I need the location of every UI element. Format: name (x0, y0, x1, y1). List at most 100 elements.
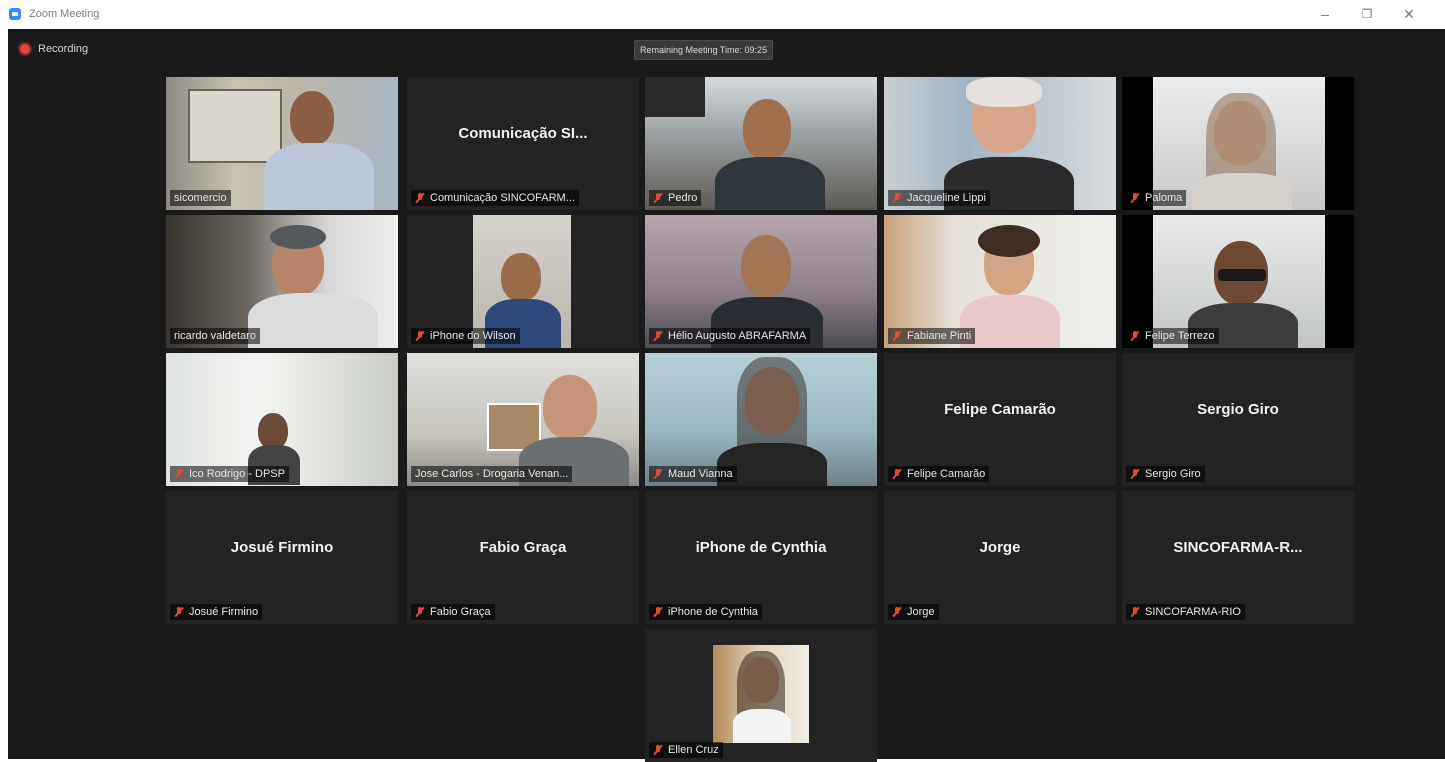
muted-mic-icon (653, 330, 663, 342)
participant-name-label: iPhone do Wilson (411, 328, 520, 344)
zoom-app-icon (9, 8, 21, 20)
participant-name: sicomercio (174, 192, 227, 204)
participant-name-label: Pedro (649, 190, 702, 206)
participant-name-label: SINCOFARMA-RIO (1126, 604, 1245, 620)
muted-mic-icon (415, 192, 425, 204)
participant-tile[interactable]: Maud Vianna (645, 353, 877, 486)
participant-name: Paloma (1145, 192, 1183, 204)
participant-display-name: Fabio Graça (479, 539, 567, 556)
muted-mic-icon (892, 468, 902, 480)
muted-mic-icon (892, 330, 902, 342)
participant-name-label: Ellen Cruz (649, 742, 723, 758)
participant-tile[interactable]: Paloma (1122, 77, 1354, 210)
participant-tile[interactable]: ricardo valdetaro (166, 215, 398, 348)
participant-tile[interactable]: Felipe Camarão Felipe Camarão (884, 353, 1116, 486)
participant-name-label: Ico Rodrigo - DPSP (170, 466, 289, 482)
participant-name-label: Jorge (888, 604, 939, 620)
restore-icon[interactable]: ❐ (1356, 5, 1378, 23)
muted-mic-icon (892, 192, 902, 204)
participant-tile[interactable]: Felipe Terrezo (1122, 215, 1354, 348)
recording-indicator[interactable]: Recording (20, 43, 88, 55)
participant-name-label: Sergio Giro (1126, 466, 1205, 482)
participant-name: Sergio Giro (1145, 468, 1201, 480)
close-icon[interactable]: ✕ (1398, 5, 1420, 23)
muted-mic-icon (653, 192, 663, 204)
muted-mic-icon (174, 606, 184, 618)
participant-name-label: Josué Firmino (170, 604, 263, 620)
participant-name: Pedro (668, 192, 698, 204)
recording-label: Recording (38, 43, 89, 55)
participant-name: Ellen Cruz (668, 744, 719, 756)
participant-tile[interactable]: Sergio Giro Sergio Giro (1122, 353, 1354, 486)
participant-tile[interactable]: Jacqueline Lippi (884, 77, 1116, 210)
muted-mic-icon (415, 330, 425, 342)
participant-tile[interactable]: Ellen Cruz (645, 629, 877, 762)
participant-name-label: Paloma (1126, 190, 1187, 206)
muted-mic-icon (1130, 192, 1140, 204)
participant-display-name: iPhone de Cynthia (695, 539, 827, 556)
participant-tile[interactable]: Fabio Graça Fabio Graça (407, 491, 639, 624)
participant-display-name: SINCOFARMA-R... (1173, 539, 1303, 556)
participant-tile[interactable]: Josué Firmino Josué Firmino (166, 491, 398, 624)
participant-name: iPhone de Cynthia (668, 606, 758, 618)
participant-name: ricardo valdetaro (174, 330, 256, 342)
window-titlebar: Zoom Meeting – ❐ ✕ (0, 0, 1445, 29)
participant-display-name: Comunicação SI... (458, 125, 588, 142)
participant-name: Maud Vianna (668, 468, 733, 480)
participant-name-label: Comunicação SINCOFARM... (411, 190, 579, 206)
participant-tile[interactable]: Jose Carlos - Drogaria Venan... (407, 353, 639, 486)
participant-name-label: ricardo valdetaro (170, 328, 260, 344)
participant-name: Jorge (907, 606, 935, 618)
participant-name-label: iPhone de Cynthia (649, 604, 762, 620)
participant-name-label: Fabio Graça (411, 604, 495, 620)
meeting-stage: Recording Remaining Meeting Time: 09:25 … (8, 29, 1445, 762)
participant-name-label: Hélio Augusto ABRAFARMA (649, 328, 811, 344)
participant-name: Comunicação SINCOFARM... (430, 192, 575, 204)
participant-name: Fabio Graça (430, 606, 491, 618)
participant-name: Fabiane Pinti (907, 330, 972, 342)
participant-name-label: Felipe Terrezo (1126, 328, 1219, 344)
muted-mic-icon (1130, 468, 1140, 480)
participant-name-label: Fabiane Pinti (888, 328, 976, 344)
participant-name: Josué Firmino (189, 606, 259, 618)
participant-display-name: Jorge (979, 539, 1021, 556)
participant-display-name: Felipe Camarão (944, 401, 1056, 418)
muted-mic-icon (1130, 606, 1140, 618)
participant-tile[interactable]: Hélio Augusto ABRAFARMA (645, 215, 877, 348)
participant-display-name: Sergio Giro (1197, 401, 1279, 418)
muted-mic-icon (653, 606, 663, 618)
muted-mic-icon (653, 744, 663, 756)
participant-tile[interactable]: SINCOFARMA-R... SINCOFARMA-RIO (1122, 491, 1354, 624)
participant-tile[interactable]: Fabiane Pinti (884, 215, 1116, 348)
participant-name-label: Felipe Camarão (888, 466, 990, 482)
participant-name-label: Maud Vianna (649, 466, 737, 482)
participant-tile[interactable]: Ico Rodrigo - DPSP (166, 353, 398, 486)
remaining-time-badge: Remaining Meeting Time: 09:25 (634, 40, 774, 60)
muted-mic-icon (174, 468, 184, 480)
participant-name: SINCOFARMA-RIO (1145, 606, 1241, 618)
participant-tile[interactable]: iPhone de Cynthia iPhone de Cynthia (645, 491, 877, 624)
participant-name: Jacqueline Lippi (907, 192, 986, 204)
muted-mic-icon (415, 606, 425, 618)
participant-name: iPhone do Wilson (430, 330, 516, 342)
participant-tile[interactable]: iPhone do Wilson (407, 215, 639, 348)
participant-name-label: Jacqueline Lippi (888, 190, 990, 206)
recording-dot-icon (20, 44, 30, 54)
muted-mic-icon (653, 468, 663, 480)
muted-mic-icon (892, 606, 902, 618)
participant-tile[interactable]: Pedro (645, 77, 877, 210)
window-title: Zoom Meeting (29, 8, 100, 20)
participant-name: Felipe Camarão (907, 468, 986, 480)
participant-name: Jose Carlos - Drogaria Venan... (415, 468, 569, 480)
participant-name-label: sicomercio (170, 190, 231, 206)
participant-name: Ico Rodrigo - DPSP (189, 468, 285, 480)
participant-display-name: Josué Firmino (230, 539, 334, 556)
muted-mic-icon (1130, 330, 1140, 342)
participant-name: Hélio Augusto ABRAFARMA (668, 330, 807, 342)
participant-name: Felipe Terrezo (1145, 330, 1215, 342)
participant-tile[interactable]: Jorge Jorge (884, 491, 1116, 624)
participant-tile[interactable]: Comunicação SI... Comunicação SINCOFARM.… (407, 77, 639, 210)
minimize-icon[interactable]: – (1314, 5, 1336, 23)
participant-name-label: Jose Carlos - Drogaria Venan... (411, 466, 573, 482)
participant-tile[interactable]: sicomercio (166, 77, 398, 210)
